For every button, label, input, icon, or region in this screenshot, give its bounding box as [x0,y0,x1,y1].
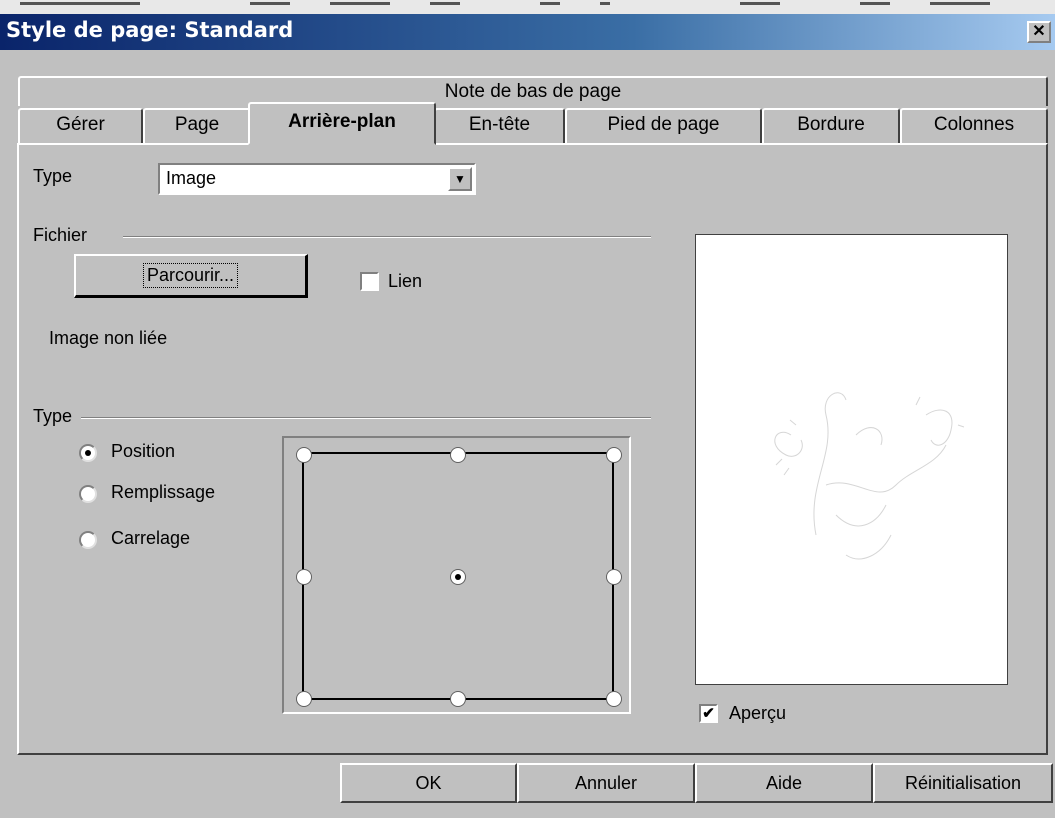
help-button[interactable]: Aide [695,763,873,803]
position-grid [282,436,631,714]
tab-note-de-bas-de-page[interactable]: Note de bas de page [18,76,1048,106]
tab-label: Colonnes [933,114,1015,135]
link-checkbox[interactable] [360,272,379,291]
tab-pied-de-page[interactable]: Pied de page [565,108,762,144]
ok-button[interactable]: OK [340,763,517,803]
preview-label: Aperçu [729,703,787,723]
browse-button[interactable]: Parcourir... [74,254,308,298]
position-bottom-center[interactable] [450,691,466,707]
position-bottom-right[interactable] [606,691,622,707]
radio-remplissage-label: Remplissage [111,482,216,502]
title-bar: Style de page: Standard ✕ [0,14,1055,50]
position-middle-right[interactable] [606,569,622,585]
checkmark-icon: ✔ [702,705,715,722]
radio-remplissage[interactable] [79,485,97,503]
cancel-button-label: Annuler [574,772,638,793]
radio-carrelage[interactable] [79,531,97,549]
reset-button-label: Réinitialisation [904,772,1022,793]
tab-label: Gérer [56,114,105,135]
tab-label: Bordure [797,114,865,135]
radio-carrelage-label: Carrelage [111,528,191,548]
browse-button-label: Parcourir... [142,263,239,288]
position-middle-left[interactable] [296,569,312,585]
reset-button[interactable]: Réinitialisation [873,763,1053,803]
background-window-strip [0,0,1055,14]
link-status: Image non liée [49,328,168,348]
position-center[interactable] [450,569,466,585]
help-button-label: Aide [765,772,803,793]
radio-position[interactable] [79,444,97,462]
tab-label: Pied de page [607,114,720,135]
tab-label: En-tête [468,114,531,135]
type-label: Type [33,166,72,187]
preview-checkbox[interactable]: ✔ [699,704,718,723]
position-top-right[interactable] [606,447,622,463]
position-top-left[interactable] [296,447,312,463]
link-label: Lien [388,271,423,291]
close-button[interactable]: ✕ [1027,21,1051,43]
type-group-divider [81,417,651,419]
tab-gerer[interactable]: Gérer [18,108,143,144]
type-label-text: Type [33,166,73,186]
position-bottom-left[interactable] [296,691,312,707]
position-top-center[interactable] [450,447,466,463]
tab-colonnes[interactable]: Colonnes [900,108,1048,144]
radio-position-label: Position [111,441,176,461]
tab-label: Page [174,114,220,135]
cancel-button[interactable]: Annuler [517,763,695,803]
tab-label: Note de bas de page [444,81,622,102]
window-title: Style de page: Standard [6,18,294,42]
file-group-label: Fichier [33,225,88,245]
type-select-value: Image [166,168,217,188]
tab-en-tete[interactable]: En-tête [434,108,565,144]
chevron-down-icon[interactable]: ▼ [448,167,472,191]
tab-arriere-plan[interactable]: Arrière-plan [248,102,436,145]
ok-button-label: OK [415,772,442,793]
file-group-divider [123,236,651,238]
type-select[interactable]: Image ▼ [158,163,476,195]
tab-label: Arrière-plan [288,111,396,132]
type-group-label: Type [33,406,73,426]
close-icon: ✕ [1032,23,1046,40]
tab-bordure[interactable]: Bordure [762,108,900,144]
preview-area [695,234,1008,685]
preview-image [774,392,965,560]
tab-page[interactable]: Page [143,108,251,144]
